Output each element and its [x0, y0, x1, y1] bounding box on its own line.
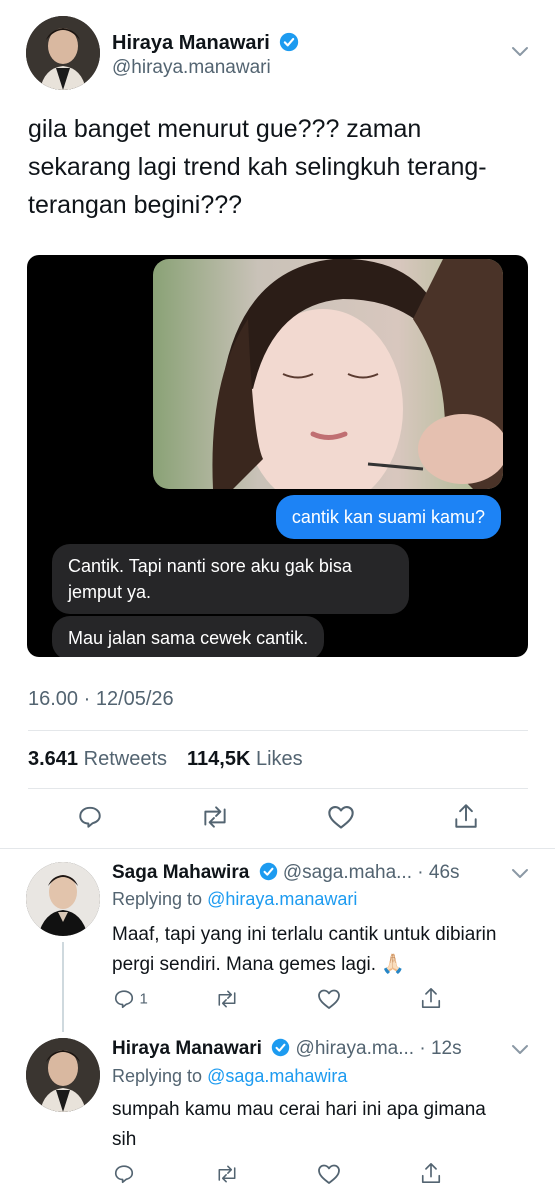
tweet-timestamp[interactable]: 16.00 · 12/05/26	[28, 688, 174, 711]
chat-bubble-incoming: Cantik. Tapi nanti sore aku gak bisa jem…	[52, 544, 409, 614]
likes-count: 114,5K	[187, 748, 251, 770]
verified-badge-icon	[259, 862, 278, 887]
reply-icon[interactable]	[113, 1163, 135, 1185]
reply-author-handle[interactable]: @saga.maha...	[283, 862, 412, 883]
reply-time[interactable]: · 12s	[419, 1038, 461, 1059]
retweets-label: Retweets	[83, 748, 167, 770]
reply-time[interactable]: · 46s	[417, 862, 459, 883]
author-name[interactable]: Hiraya Manawari	[112, 32, 299, 58]
retweet-icon[interactable]	[200, 804, 230, 830]
chat-photo	[153, 259, 503, 489]
replying-to-prefix: Replying to	[112, 889, 203, 909]
replying-to: Replying to @saga.mahawira	[112, 1066, 347, 1087]
thread-line	[62, 942, 64, 1032]
verified-badge-icon	[279, 32, 299, 58]
attached-image[interactable]: cantik kan suami kamu? Cantik. Tapi nant…	[27, 255, 528, 657]
reply-author-name[interactable]: Hiraya Manawari	[112, 1038, 262, 1059]
heart-icon[interactable]	[327, 804, 355, 830]
reply-icon[interactable]	[77, 804, 103, 830]
reply-text: Maaf, tapi yang ini terlalu cantik untuk…	[112, 924, 497, 975]
reply-header: Hiraya Manawari @hiraya.ma... · 12s	[112, 1038, 462, 1063]
replying-to: Replying to @hiraya.manawari	[112, 889, 357, 910]
divider	[28, 788, 528, 789]
share-icon[interactable]	[420, 1161, 442, 1185]
chevron-down-icon[interactable]	[510, 1042, 530, 1063]
chat-bubble-incoming: Mau jalan sama cewek cantik.	[52, 616, 325, 657]
chat-bubble-outgoing: cantik kan suami kamu?	[275, 495, 501, 539]
likes-label: Likes	[255, 748, 303, 770]
reply-author-name[interactable]: Saga Mahawira	[112, 862, 249, 883]
heart-icon[interactable]	[317, 988, 341, 1010]
author-avatar[interactable]	[26, 16, 100, 90]
reply-avatar[interactable]	[26, 1038, 100, 1112]
reply-avatar[interactable]	[26, 862, 100, 936]
heart-icon[interactable]	[317, 1163, 341, 1185]
retweets-count: 3.641	[28, 748, 79, 770]
likes-stat[interactable]: 114,5K Likes	[187, 748, 303, 771]
reply-author-handle[interactable]: @hiraya.ma...	[296, 1038, 415, 1059]
reply-count: 1	[139, 990, 148, 1008]
tweet-text: gila banget menurut gue??? zaman sekaran…	[28, 115, 487, 219]
reply-icon[interactable]: 1	[113, 988, 148, 1010]
replying-to-link[interactable]: @hiraya.manawari	[207, 889, 357, 909]
retweets-stat[interactable]: 3.641 Retweets	[28, 748, 167, 771]
reply-text: sumpah kamu mau cerai hari ini apa giman…	[112, 1099, 486, 1150]
share-icon[interactable]	[420, 986, 442, 1010]
divider	[28, 730, 528, 731]
replying-to-prefix: Replying to	[112, 1066, 203, 1086]
chevron-down-icon[interactable]	[510, 44, 530, 65]
replying-to-link[interactable]: @saga.mahawira	[207, 1066, 347, 1086]
reply-header: Saga Mahawira @saga.maha... · 46s	[112, 862, 460, 887]
author-name-text[interactable]: Hiraya Manawari	[112, 32, 270, 54]
author-handle[interactable]: @hiraya.manawari	[112, 57, 271, 79]
retweet-icon[interactable]	[215, 988, 239, 1010]
chevron-down-icon[interactable]	[510, 866, 530, 887]
retweet-icon[interactable]	[215, 1163, 239, 1185]
divider	[0, 848, 555, 849]
share-icon[interactable]	[453, 802, 479, 830]
verified-badge-icon	[271, 1038, 290, 1063]
